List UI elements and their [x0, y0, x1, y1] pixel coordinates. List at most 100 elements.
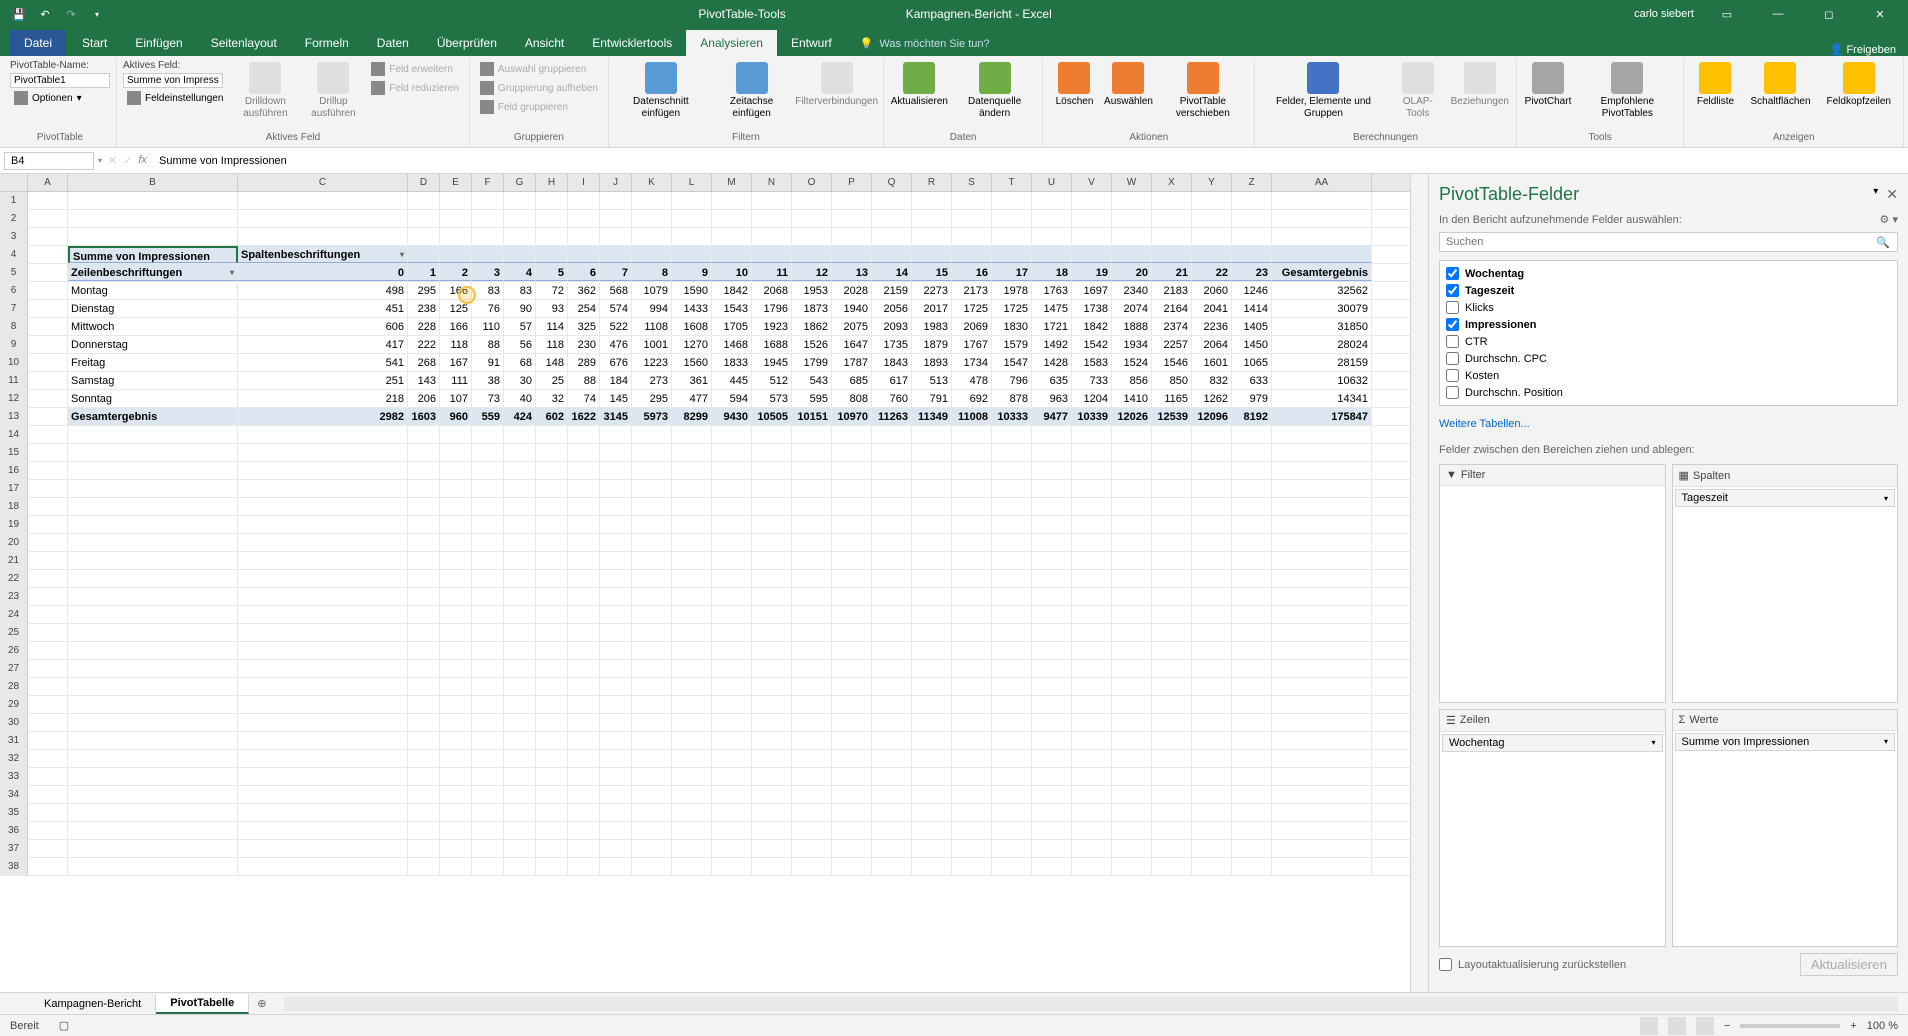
cell[interactable]: 2340: [1112, 282, 1152, 299]
cell[interactable]: [28, 228, 68, 245]
cell[interactable]: 111: [440, 372, 472, 389]
cell[interactable]: 90: [504, 300, 536, 317]
cell[interactable]: [568, 228, 600, 245]
cell[interactable]: [632, 714, 672, 731]
cell[interactable]: [832, 750, 872, 767]
cell[interactable]: [440, 480, 472, 497]
cell[interactable]: 32: [536, 390, 568, 407]
cell[interactable]: [472, 840, 504, 857]
cell[interactable]: [752, 696, 792, 713]
row-header[interactable]: 31: [0, 732, 28, 749]
cell[interactable]: [600, 210, 632, 227]
cell[interactable]: [68, 660, 238, 677]
cell[interactable]: 676: [600, 354, 632, 371]
row-header[interactable]: 27: [0, 660, 28, 677]
cell[interactable]: 125: [440, 300, 472, 317]
cell[interactable]: [1152, 444, 1192, 461]
value-field-item[interactable]: Summe von Impressionen▾: [1675, 733, 1896, 751]
cell[interactable]: [408, 804, 440, 821]
cell[interactable]: 1165: [1152, 390, 1192, 407]
cell[interactable]: [792, 480, 832, 497]
cell[interactable]: [712, 714, 752, 731]
cell[interactable]: [712, 498, 752, 515]
field-checkbox[interactable]: [1446, 301, 1459, 314]
cell[interactable]: [28, 804, 68, 821]
cell[interactable]: [408, 750, 440, 767]
cell[interactable]: 11008: [952, 408, 992, 425]
zoom-in-icon[interactable]: +: [1850, 1020, 1856, 1032]
cell[interactable]: 23: [1232, 264, 1272, 281]
cell[interactable]: [712, 606, 752, 623]
timeline-button[interactable]: Zeitachse einfügen: [711, 60, 793, 122]
cell[interactable]: [1232, 498, 1272, 515]
tab-review[interactable]: Überprüfen: [423, 30, 511, 56]
cell[interactable]: [952, 552, 992, 569]
datasource-button[interactable]: Datenquelle ändern: [953, 60, 1037, 122]
cell[interactable]: [1192, 246, 1232, 263]
cell[interactable]: [504, 768, 536, 785]
cell[interactable]: [792, 786, 832, 803]
field-checkbox[interactable]: [1446, 352, 1459, 365]
cell[interactable]: [632, 642, 672, 659]
cell[interactable]: 1204: [1072, 390, 1112, 407]
cell[interactable]: [68, 498, 238, 515]
cell[interactable]: 206: [408, 390, 440, 407]
row-header[interactable]: 14: [0, 426, 28, 443]
cell[interactable]: [992, 732, 1032, 749]
cell[interactable]: 254: [568, 300, 600, 317]
cell[interactable]: [912, 498, 952, 515]
cell[interactable]: 1428: [1032, 354, 1072, 371]
field-item[interactable]: Wochentag: [1444, 265, 1893, 282]
cell[interactable]: [600, 786, 632, 803]
cell[interactable]: [238, 822, 408, 839]
cell[interactable]: [28, 588, 68, 605]
cell[interactable]: [68, 426, 238, 443]
cell[interactable]: [600, 246, 632, 263]
cell[interactable]: [1072, 228, 1112, 245]
cell[interactable]: 1579: [992, 336, 1032, 353]
relationships-button[interactable]: Beziehungen: [1450, 60, 1510, 110]
options-button[interactable]: Optionen ▾: [10, 89, 110, 107]
cell[interactable]: [238, 696, 408, 713]
cell[interactable]: 3145: [600, 408, 632, 425]
cell[interactable]: 850: [1152, 372, 1192, 389]
tab-developer[interactable]: Entwicklertools: [578, 30, 686, 56]
cell[interactable]: [472, 516, 504, 533]
cell[interactable]: [1192, 606, 1232, 623]
cell[interactable]: [600, 840, 632, 857]
filter-dropdown-icon[interactable]: ▾: [230, 264, 234, 281]
filter-area[interactable]: ▼Filter: [1439, 464, 1666, 703]
cell[interactable]: [568, 516, 600, 533]
cell[interactable]: [440, 192, 472, 209]
save-icon[interactable]: 💾: [10, 5, 28, 23]
cell[interactable]: [408, 588, 440, 605]
col-header[interactable]: M: [712, 174, 752, 191]
cell[interactable]: 230: [568, 336, 600, 353]
cell[interactable]: [752, 624, 792, 641]
cell[interactable]: [1192, 480, 1232, 497]
cell[interactable]: [68, 840, 238, 857]
cell[interactable]: [536, 624, 568, 641]
cell[interactable]: 1622: [568, 408, 600, 425]
cell[interactable]: 21: [1152, 264, 1192, 281]
cell[interactable]: [832, 210, 872, 227]
cell[interactable]: [952, 678, 992, 695]
cell[interactable]: [712, 228, 752, 245]
field-item[interactable]: CTR: [1444, 333, 1893, 350]
cell[interactable]: [712, 534, 752, 551]
col-header[interactable]: AA: [1272, 174, 1372, 191]
cell[interactable]: [536, 570, 568, 587]
cell[interactable]: [712, 588, 752, 605]
cell[interactable]: [1192, 678, 1232, 695]
cell[interactable]: 1433: [672, 300, 712, 317]
cell[interactable]: [1152, 210, 1192, 227]
cell[interactable]: [472, 534, 504, 551]
cell[interactable]: [872, 516, 912, 533]
cell[interactable]: [238, 570, 408, 587]
cell[interactable]: [28, 750, 68, 767]
col-header[interactable]: P: [832, 174, 872, 191]
cell[interactable]: [912, 678, 952, 695]
cell[interactable]: [752, 588, 792, 605]
cell[interactable]: [992, 804, 1032, 821]
cell[interactable]: [672, 732, 712, 749]
